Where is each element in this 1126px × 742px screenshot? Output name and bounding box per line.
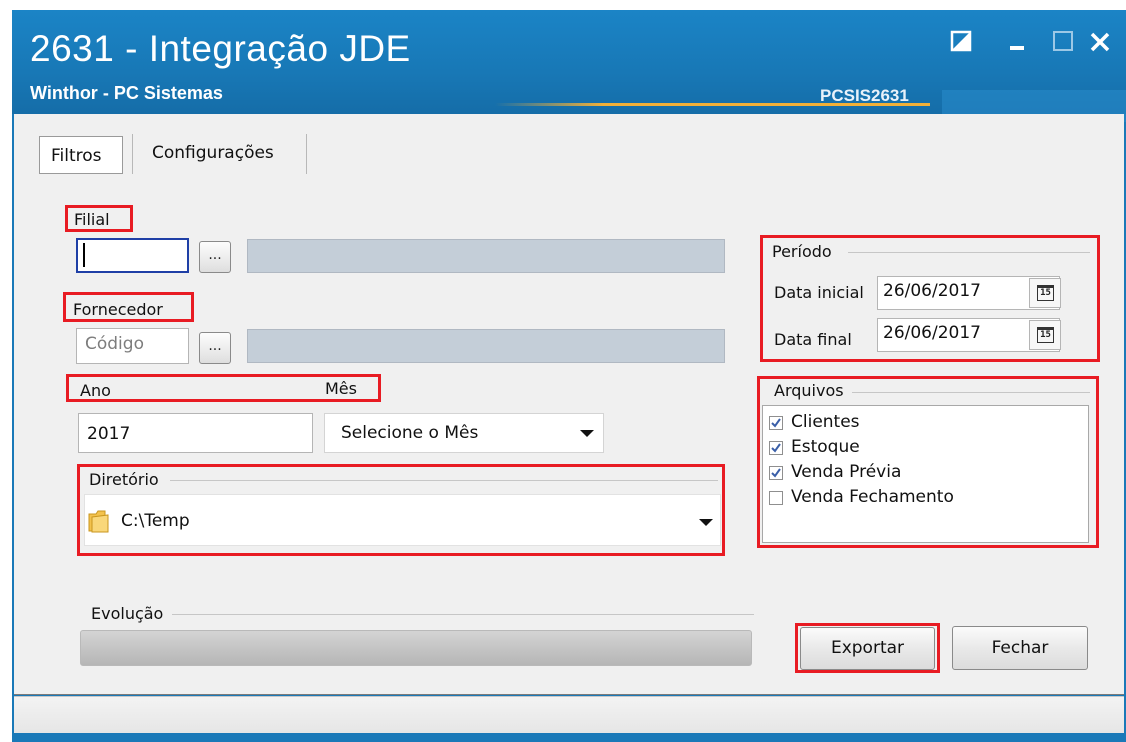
checkbox-label: Venda Fechamento	[791, 487, 954, 507]
restore-layout-button[interactable]	[950, 30, 972, 52]
checkmark-icon	[771, 443, 781, 453]
evolucao-group-line	[172, 614, 754, 615]
arquivos-label: Arquivos	[774, 381, 844, 400]
minimize-button[interactable]	[1008, 30, 1030, 52]
checkbox[interactable]	[769, 466, 783, 480]
application-window: 2631 - Integração JDE Winthor - PC Siste…	[0, 0, 1126, 742]
checkbox[interactable]	[769, 416, 783, 430]
periodo-label: Período	[772, 242, 832, 261]
checkbox-label: Estoque	[791, 437, 860, 457]
close-icon	[1090, 32, 1110, 52]
minimize-icon	[1010, 46, 1024, 50]
calendar-icon: 15	[1037, 327, 1054, 343]
close-button[interactable]	[1088, 30, 1112, 54]
checkbox-label: Venda Prévia	[791, 462, 902, 482]
data-final-label: Data final	[774, 330, 852, 349]
text-caret	[83, 243, 85, 267]
title-accent-line	[495, 103, 930, 106]
ano-input[interactable]: 2017	[78, 413, 313, 453]
filial-description-field	[247, 239, 725, 273]
diretorio-value: C:\Temp	[121, 511, 190, 531]
fornecedor-highlight	[63, 292, 194, 322]
arquivos-group-line	[852, 392, 1090, 393]
checkbox-label: Clientes	[791, 412, 860, 432]
diretorio-select[interactable]: C:\Temp	[84, 494, 721, 546]
tab-filtros[interactable]: Filtros	[39, 136, 123, 174]
fornecedor-lookup-button[interactable]: ...	[199, 332, 231, 364]
periodo-group-line	[848, 252, 1090, 253]
checkbox[interactable]	[769, 491, 783, 505]
checkmark-icon	[771, 418, 781, 428]
status-bar	[14, 696, 1124, 733]
filial-lookup-button[interactable]: ...	[199, 241, 231, 273]
calendar-icon: 15	[1037, 285, 1054, 301]
maximize-icon	[1053, 31, 1073, 51]
maximize-button[interactable]	[1052, 30, 1074, 52]
exportar-button[interactable]: Exportar	[800, 627, 935, 670]
ano-mes-highlight	[66, 374, 381, 402]
window-title: 2631 - Integração JDE	[30, 28, 411, 69]
data-inicial-label: Data inicial	[774, 283, 864, 302]
diretorio-group-line	[170, 480, 718, 481]
chevron-down-icon	[699, 519, 713, 526]
half-square-icon	[950, 30, 972, 52]
evolucao-progress-bar	[80, 630, 752, 666]
window-subtitle: Winthor - PC Sistemas	[30, 83, 223, 103]
filial-highlight	[65, 205, 133, 232]
folder-icon	[88, 510, 109, 533]
fornecedor-input[interactable]: Código	[76, 328, 189, 364]
mes-selected-value: Selecione o Mês	[341, 423, 479, 443]
checkbox[interactable]	[769, 441, 783, 455]
mes-select[interactable]: Selecione o Mês	[324, 413, 604, 453]
fornecedor-description-field	[247, 329, 725, 363]
tab-separator	[132, 134, 133, 174]
chevron-down-icon	[580, 430, 594, 437]
desktop-edge	[0, 0, 12, 742]
tab-separator	[306, 134, 307, 174]
arquivos-list: Clientes Estoque Venda Prévia Venda Fech…	[762, 405, 1089, 543]
fechar-button[interactable]: Fechar	[952, 626, 1088, 670]
evolucao-label: Evolução	[91, 604, 164, 623]
diretorio-label: Diretório	[89, 470, 159, 489]
tab-configuracoes[interactable]: Configurações	[152, 143, 274, 163]
checkmark-icon	[771, 468, 781, 478]
data-inicial-calendar-button[interactable]: 15	[1029, 278, 1061, 308]
filial-input[interactable]	[76, 238, 189, 273]
data-final-calendar-button[interactable]: 15	[1029, 320, 1061, 350]
